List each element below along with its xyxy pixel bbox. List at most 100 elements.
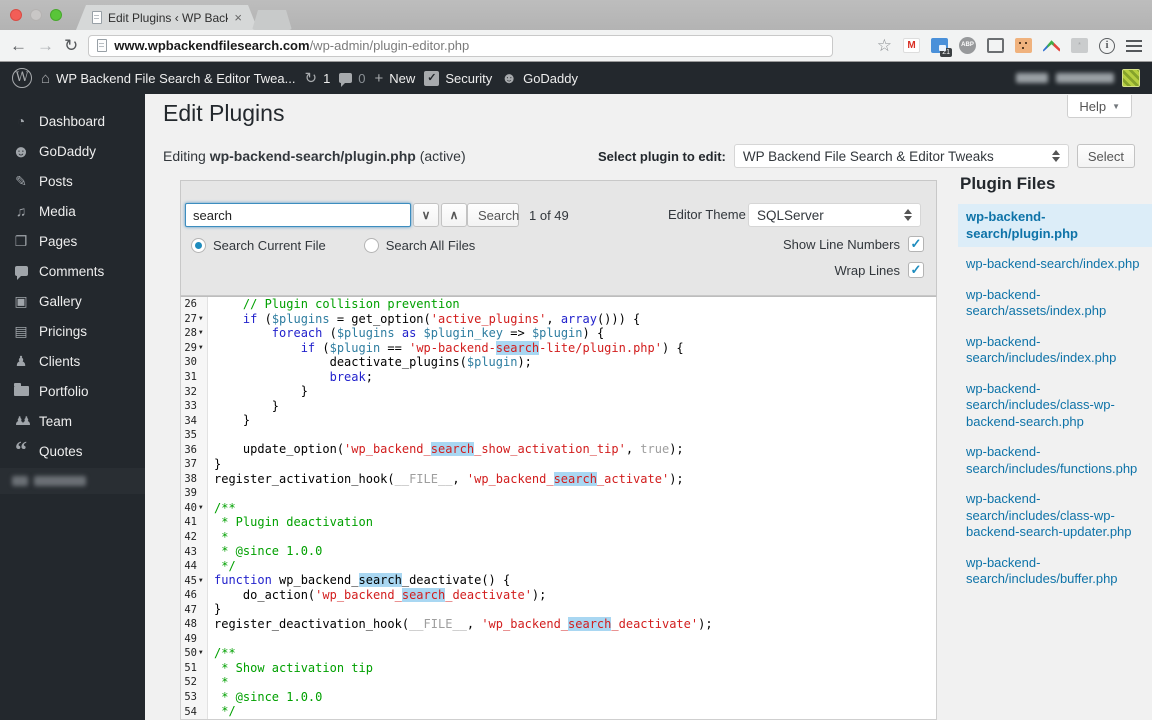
code-text[interactable] xyxy=(208,632,214,647)
sidebar-item-clients[interactable]: ♟ Clients xyxy=(0,346,145,376)
sidebar-item-godaddy[interactable]: ☻ GoDaddy xyxy=(0,136,145,166)
search-input[interactable] xyxy=(185,203,411,227)
new-tab-button[interactable] xyxy=(252,10,292,30)
search-button[interactable]: Search xyxy=(467,203,519,227)
search-prev-button[interactable]: ∧ xyxy=(441,203,467,227)
code-text[interactable]: update_option('wp_backend_search_show_ac… xyxy=(208,442,684,457)
godaddy-mascot-icon: ☻ xyxy=(12,141,30,161)
select-plugin-button[interactable]: Select xyxy=(1076,144,1135,168)
code-text[interactable]: * Plugin deactivation xyxy=(208,515,373,530)
fold-marker-icon[interactable]: ▼ xyxy=(199,577,207,584)
back-icon[interactable]: ← xyxy=(10,37,27,54)
swoosh-extension-icon[interactable] xyxy=(1043,40,1060,52)
menu-hamburger-icon[interactable] xyxy=(1126,39,1142,52)
plugin-file-link[interactable]: wp-backend-search/includes/functions.php xyxy=(958,439,1152,482)
bookmark-star-icon[interactable]: ☆ xyxy=(877,36,892,56)
sidebar-item-posts[interactable]: ✎ Posts xyxy=(0,166,145,196)
code-text[interactable] xyxy=(208,486,214,501)
plugin-file-link[interactable]: wp-backend-search/includes/class-wp-back… xyxy=(958,376,1152,436)
plugin-file-link[interactable]: wp-backend-search/assets/index.php xyxy=(958,282,1152,325)
radio-unchecked-icon[interactable] xyxy=(363,238,379,253)
code-text[interactable]: function wp_backend_search_deactivate() … xyxy=(208,573,510,588)
plugin-file-link[interactable]: wp-backend-search/includes/buffer.php xyxy=(958,550,1152,593)
code-text[interactable]: // Plugin collision prevention xyxy=(208,297,460,312)
code-text[interactable]: } xyxy=(208,384,308,399)
security-menu[interactable]: ✓ Security xyxy=(424,70,492,86)
code-text[interactable]: register_deactivation_hook(__FILE__, 'wp… xyxy=(208,617,713,632)
sidebar-item-gallery[interactable]: ▣ Gallery xyxy=(0,286,145,316)
code-text[interactable]: */ xyxy=(208,559,235,574)
code-text[interactable]: deactivate_plugins($plugin); xyxy=(208,355,532,370)
sidebar-item-comments[interactable]: Comments xyxy=(0,256,145,286)
wrap-lines-checkbox[interactable] xyxy=(908,262,924,278)
fold-marker-icon[interactable]: ▼ xyxy=(199,650,207,656)
code-text[interactable]: * xyxy=(208,675,228,690)
close-window-button[interactable] xyxy=(10,9,22,21)
editor-theme-dropdown[interactable]: SQLServer xyxy=(748,203,921,227)
fold-marker-icon[interactable]: ▼ xyxy=(199,315,207,322)
code-text[interactable]: * Show activation tip xyxy=(208,661,373,676)
adblock-extension-icon[interactable]: ABP xyxy=(959,37,976,54)
sidebar-item-team[interactable]: ♟♟ Team xyxy=(0,406,145,436)
code-text[interactable]: foreach ($plugins as $plugin_key => $plu… xyxy=(208,326,604,341)
forward-icon[interactable]: → xyxy=(37,37,54,54)
plugin-file-link[interactable]: wp-backend-search/includes/class-wp-back… xyxy=(958,486,1152,546)
plugin-file-link[interactable]: wp-backend-search/index.php xyxy=(958,251,1152,278)
gmail-extension-icon[interactable]: M xyxy=(903,38,920,53)
site-name-menu[interactable]: ⌂ WP Backend File Search & Editor Twea..… xyxy=(41,71,295,86)
zoom-window-button[interactable] xyxy=(50,9,62,21)
user-account-menu[interactable] xyxy=(1016,69,1140,87)
updates-menu[interactable]: ↻ 1 xyxy=(304,71,330,86)
show-line-numbers-checkbox[interactable] xyxy=(908,236,924,252)
code-text[interactable]: } xyxy=(208,413,250,428)
radio-search-all-files[interactable]: Search All Files xyxy=(363,238,475,253)
code-text[interactable]: } xyxy=(208,399,279,414)
code-text[interactable]: } xyxy=(208,602,221,617)
fold-marker-icon[interactable]: ▼ xyxy=(199,344,207,351)
code-editor[interactable]: 26 // Plugin collision prevention 27 ▼ if … xyxy=(180,296,937,720)
new-content-menu[interactable]: + New xyxy=(375,71,416,86)
code-text[interactable]: /** xyxy=(208,501,236,516)
radio-checked-icon[interactable] xyxy=(191,238,206,253)
search-next-button[interactable]: ∨ xyxy=(413,203,439,227)
code-text[interactable]: * @since 1.0.0 xyxy=(208,544,322,559)
code-text[interactable]: /** xyxy=(208,646,236,661)
code-text[interactable] xyxy=(208,428,214,443)
minimize-window-button[interactable] xyxy=(30,9,42,21)
code-text[interactable]: if ($plugin == 'wp-backend-search-lite/p… xyxy=(208,340,684,356)
disabled-extension-icon[interactable]: * xyxy=(1071,38,1088,53)
tab-close-icon[interactable]: × xyxy=(234,11,242,24)
sidebar-item-portfolio[interactable]: Portfolio xyxy=(0,376,145,406)
fold-marker-icon[interactable]: ▼ xyxy=(199,330,207,336)
help-button[interactable]: Help ▼ xyxy=(1067,95,1132,118)
sidebar-item-dashboard[interactable]: ◔ Dashboard xyxy=(0,106,145,136)
code-text[interactable]: break; xyxy=(208,370,373,385)
cast-extension-icon[interactable] xyxy=(987,38,1004,53)
sidebar-item-pages[interactable]: ❐ Pages xyxy=(0,226,145,256)
radio-search-current-file[interactable]: Search Current File xyxy=(191,238,326,253)
code-text[interactable]: * @since 1.0.0 xyxy=(208,690,322,705)
code-text[interactable]: */ xyxy=(208,704,235,719)
reload-icon[interactable]: ↻ xyxy=(64,37,78,54)
plugin-file-link[interactable]: wp-backend-search/plugin.php xyxy=(958,204,1152,247)
godaddy-menu[interactable]: ☻ GoDaddy xyxy=(501,71,578,86)
code-text[interactable]: do_action('wp_backend_search_deactivate'… xyxy=(208,587,546,603)
url-bar[interactable]: www.wpbackendfilesearch.com/wp-admin/plu… xyxy=(88,34,834,57)
sidebar-item-pricings[interactable]: ▤ Pricings xyxy=(0,316,145,346)
sidebar-item-media[interactable]: ♫ Media xyxy=(0,196,145,226)
fold-marker-icon[interactable]: ▼ xyxy=(199,504,207,511)
plugin-select-dropdown[interactable]: WP Backend File Search & Editor Tweaks xyxy=(733,144,1069,168)
avatar-extension-icon[interactable] xyxy=(1015,38,1032,53)
plugin-file-link[interactable]: wp-backend-search/includes/index.php xyxy=(958,329,1152,372)
sidebar-item-quotes[interactable]: “ Quotes xyxy=(0,436,145,466)
browser-tab[interactable]: Edit Plugins ‹ WP Backend × xyxy=(76,5,258,30)
code-text[interactable]: * xyxy=(208,530,228,545)
tab-manager-extension-icon[interactable]: 21 xyxy=(931,38,952,57)
sidebar-item-redacted[interactable] xyxy=(0,468,145,494)
info-icon[interactable]: i xyxy=(1099,37,1115,54)
wp-logo-menu[interactable]: W xyxy=(12,68,32,88)
comments-menu[interactable]: 0 xyxy=(339,71,366,87)
code-text[interactable]: if ($plugins = get_option('active_plugin… xyxy=(208,312,640,327)
code-text[interactable]: register_activation_hook(__FILE__, 'wp_b… xyxy=(208,471,684,487)
code-text[interactable]: } xyxy=(208,457,221,472)
